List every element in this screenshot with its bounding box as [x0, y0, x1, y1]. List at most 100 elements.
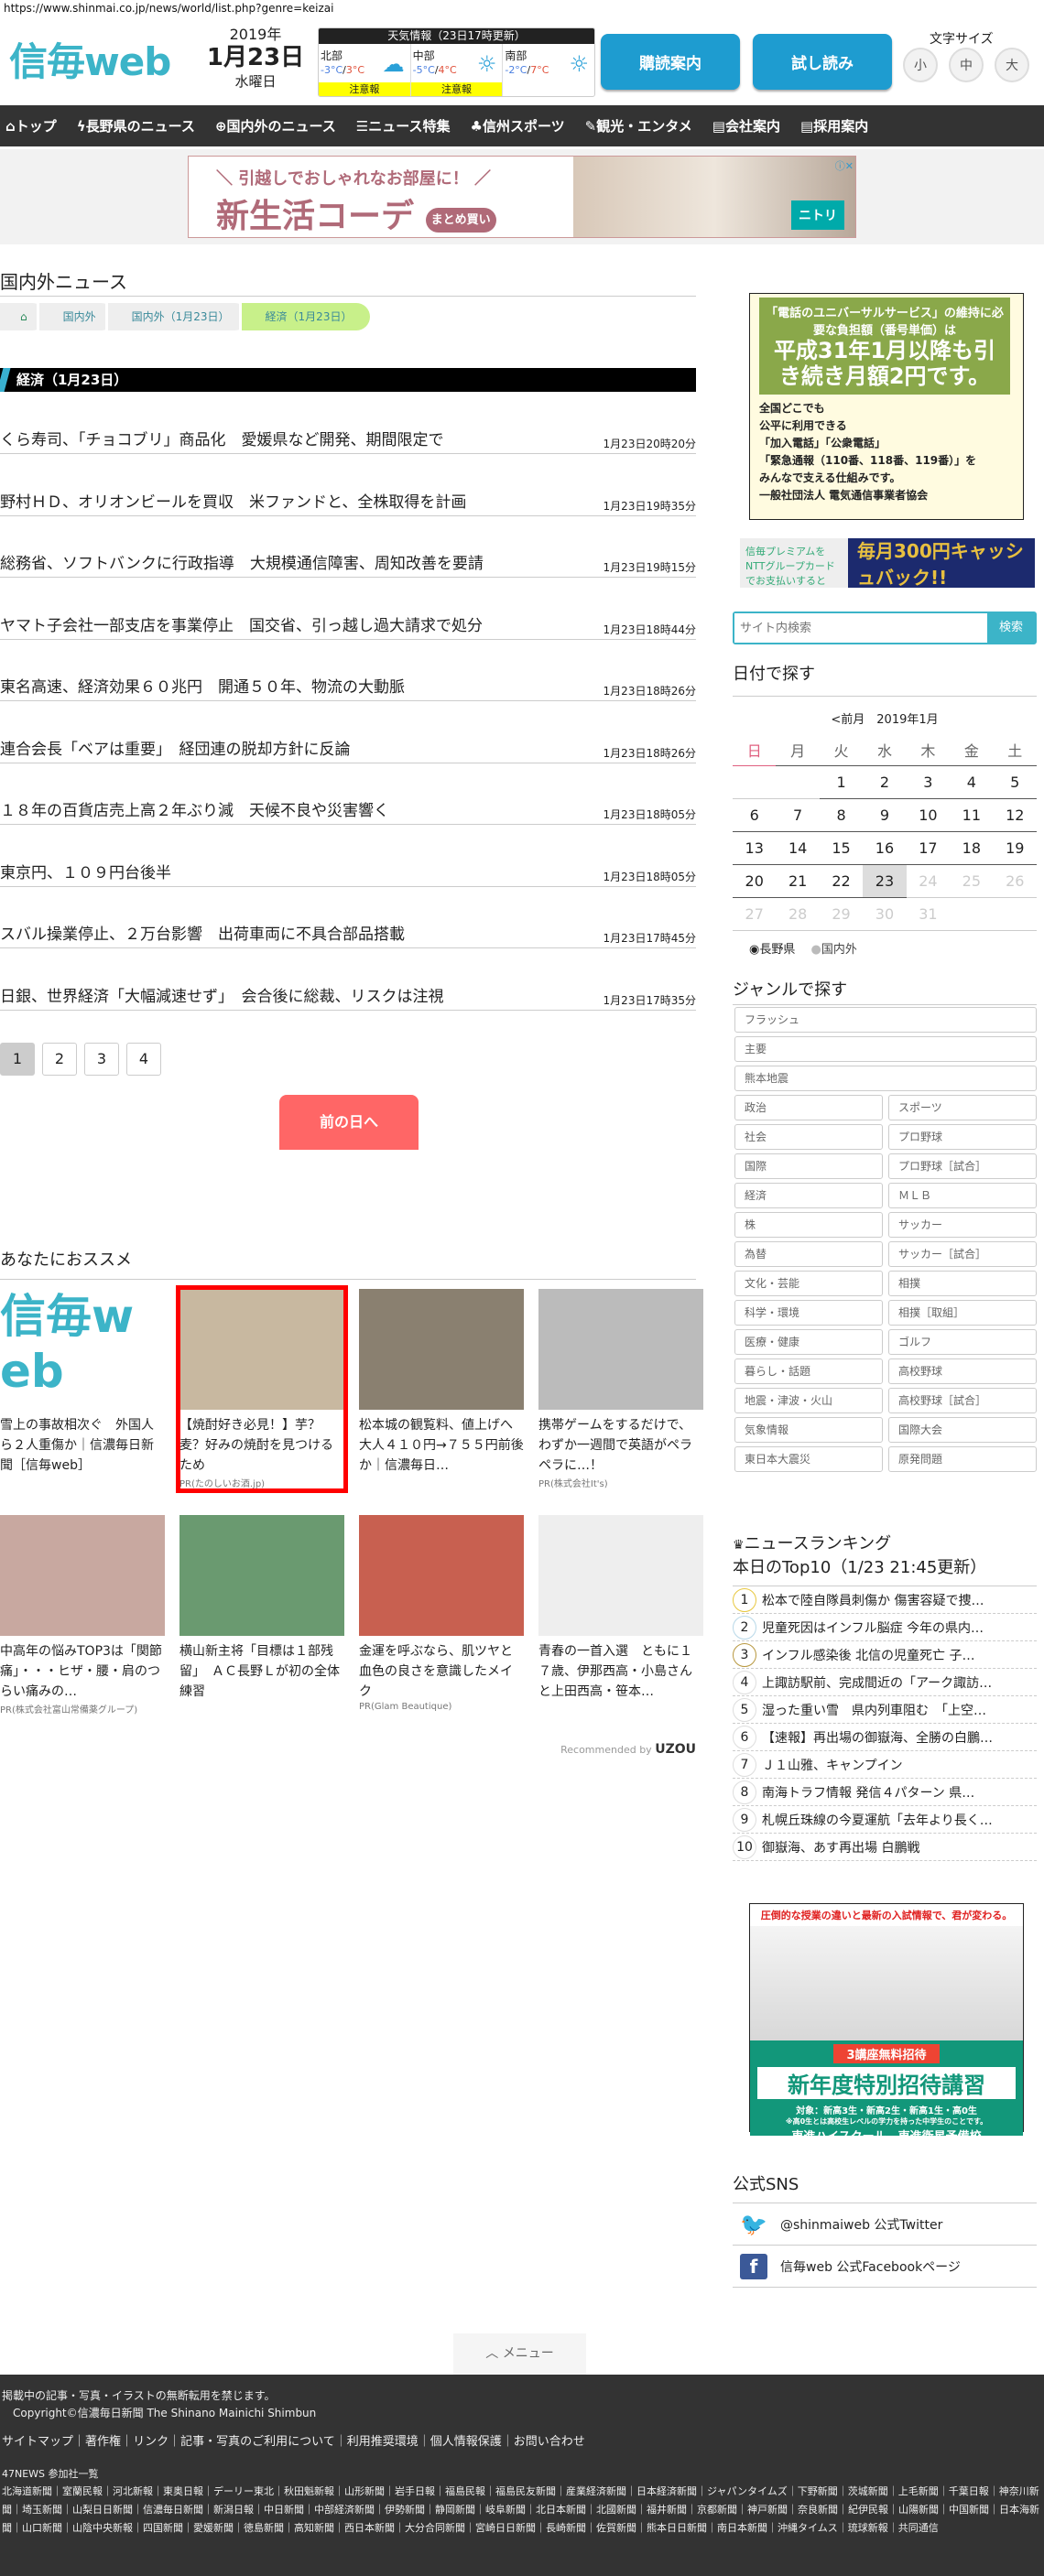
calendar-day[interactable]: 22	[819, 864, 864, 898]
genre-button[interactable]: 高校野球［試合］	[888, 1388, 1037, 1413]
news-item[interactable]: ヤマト子会社一部支店を事業停止 国交省、引っ越し過大請求で処分 1月23日18時4…	[0, 612, 696, 640]
genre-button[interactable]: 文化・芸能	[734, 1271, 883, 1296]
news-item[interactable]: 東名高速、経済効果６０兆円 開通５０年、物流の大動脈 1月23日18時26分	[0, 674, 696, 701]
news-item[interactable]: 連合会長「ベアは重要」 経団連の脱却方針に反論 1月23日18時26分	[0, 736, 696, 763]
calendar-day[interactable]: 3	[906, 765, 951, 799]
genre-button[interactable]: 暮らし・話題	[734, 1358, 883, 1384]
previous-day-button[interactable]: 前の日へ	[279, 1095, 419, 1150]
footer-link[interactable]: 著作権	[85, 2435, 121, 2449]
genre-button[interactable]: ＭＬＢ	[888, 1183, 1037, 1208]
genre-button[interactable]: 熊本地震	[734, 1066, 1037, 1091]
genre-button[interactable]: 株	[734, 1212, 883, 1238]
page-button[interactable]: 1	[0, 1043, 35, 1076]
ad-info-close-icon[interactable]: ⓘ✕	[835, 158, 854, 173]
nav-item[interactable]: ⊕国内外のニュース	[215, 116, 336, 135]
news-title[interactable]: 総務省、ソフトバンクに行政指導 大規模通信障害、周知改善を要請	[0, 550, 484, 573]
calendar-day[interactable]: 18	[950, 831, 994, 865]
calendar-day[interactable]: 5	[993, 765, 1037, 799]
radio-domestic-intl[interactable]: ●国内外	[811, 943, 857, 957]
recommend-card[interactable]: 青春の一首入選 ともに１７歳、伊那西高・小島さんと上田西高・笹本…	[538, 1515, 703, 1702]
nav-item[interactable]: ϟ長野県のニュース	[77, 116, 195, 135]
calendar-day[interactable]: 7	[776, 798, 820, 832]
breadcrumb-item[interactable]: 国内外（1月23日）	[104, 303, 248, 330]
news-item[interactable]: 東京円、１０９円台後半 1月23日18時05分	[0, 860, 696, 887]
nav-item[interactable]: ▤会社案内	[712, 116, 780, 135]
calendar-day[interactable]: 8	[819, 798, 864, 832]
news-title[interactable]: １８年の百貨店売上高２年ぶり減 天候不良や災害響く	[0, 797, 389, 820]
nav-item[interactable]: ♣信州スポーツ	[471, 116, 565, 135]
news-item[interactable]: １８年の百貨店売上高２年ぶり減 天候不良や災害響く 1月23日18時05分	[0, 797, 696, 825]
calendar-day[interactable]: 1	[819, 765, 864, 799]
news-item[interactable]: くら寿司、「チョコブリ」商品化 愛媛県など開発、期間限定で 1月23日20時20分	[0, 427, 696, 454]
menu-toggle-button[interactable]: ︿ メニュー	[453, 2333, 586, 2375]
calendar-day[interactable]: 10	[906, 798, 951, 832]
ranking-item[interactable]: 2 児童死因はインフル脳症 今年の県内…	[733, 1614, 1037, 1641]
news-title[interactable]: 東名高速、経済効果６０兆円 開通５０年、物流の大動脈	[0, 674, 405, 697]
news-title[interactable]: スバル操業停止、２万台影響 出荷車両に不具合部品搭載	[0, 921, 405, 944]
genre-button[interactable]: 政治	[734, 1095, 883, 1120]
genre-button[interactable]: 相撲	[888, 1271, 1037, 1296]
nav-item[interactable]: ⌂トップ	[5, 116, 57, 135]
genre-button[interactable]: 東日本大震災	[734, 1446, 883, 1472]
news47-list[interactable]: 北海道新聞｜室蘭民報｜河北新報｜東奥日報｜デーリー東北｜秋田魁新報｜山形新聞｜岩…	[2, 2483, 1042, 2538]
calendar-day[interactable]: 23	[863, 864, 907, 898]
ranking-item[interactable]: 3 インフル感染後 北信の児童死亡 子…	[733, 1641, 1037, 1669]
genre-button[interactable]: 高校野球	[888, 1358, 1037, 1384]
genre-button[interactable]: 主要	[734, 1036, 1037, 1062]
genre-button[interactable]: ゴルフ	[888, 1329, 1037, 1355]
ranking-item[interactable]: 5 湿った重い雪 県内列車阻む 「上空…	[733, 1696, 1037, 1724]
nav-item[interactable]: ☰ニュース特集	[356, 116, 451, 135]
genre-button[interactable]: プロ野球［試合］	[888, 1153, 1037, 1179]
calendar-day[interactable]: 16	[863, 831, 907, 865]
genre-button[interactable]: フラッシュ	[734, 1007, 1037, 1033]
recommend-card[interactable]: 横山新主将「目標は１部残留」 ＡＣ長野Ｌが初の全体練習	[179, 1515, 344, 1702]
genre-button[interactable]: プロ野球	[888, 1124, 1037, 1150]
news-title[interactable]: 東京円、１０９円台後半	[0, 860, 171, 882]
recommend-card[interactable]: 中高年の悩みTOP3は「関節痛」・・・ヒザ・腰・肩のつらい痛みの… PR(株式会社…	[0, 1515, 165, 1716]
genre-button[interactable]: 医療・健康	[734, 1329, 883, 1355]
genre-button[interactable]: 経済	[734, 1183, 883, 1208]
genre-button[interactable]: 科学・環境	[734, 1300, 883, 1326]
toshin-ad[interactable]: 圧倒的な授業の違いと最新の入試情報で、君が変わる。 3講座無料招待 新年度特別招…	[749, 1903, 1024, 2144]
nav-item[interactable]: ✎観光・エンタメ	[585, 116, 692, 135]
genre-button[interactable]: スポーツ	[888, 1095, 1037, 1120]
recommend-card[interactable]: 松本城の観覧料、値上げへ 大人４１０円→７５５円前後か｜信濃毎日…	[359, 1289, 526, 1476]
news-title[interactable]: 日銀、世界経済「大幅減速せず」 会合後に総裁、リスクは注視	[0, 983, 444, 1006]
ranking-item[interactable]: 10 御嶽海、あす再出場 白鵬戦	[733, 1834, 1037, 1861]
calendar-day[interactable]: 11	[950, 798, 994, 832]
genre-button[interactable]: 地震・津波・火山	[734, 1388, 883, 1413]
radio-nagano[interactable]: ◉長野県	[749, 943, 795, 957]
genre-button[interactable]: 社会	[734, 1124, 883, 1150]
weather-widget[interactable]: 天気情報（23日17時更新） 北部 -3°C/3°C ☁ 注意報 中部 -5°C/4°C ☼…	[318, 27, 595, 97]
page-button[interactable]: 2	[42, 1043, 77, 1076]
font-size-medium-button[interactable]: 中	[949, 48, 984, 82]
ranking-item[interactable]: 6 【速報】再出場の御嶽海、全勝の白鵬…	[733, 1724, 1037, 1751]
genre-button[interactable]: 原発問題	[888, 1446, 1037, 1472]
page-button[interactable]: 3	[84, 1043, 119, 1076]
trial-button[interactable]: 試し読み	[753, 34, 892, 90]
calendar-day[interactable]: 21	[776, 864, 820, 898]
news-item[interactable]: スバル操業停止、２万台影響 出荷車両に不具合部品搭載 1月23日17時45分	[0, 921, 696, 948]
ranking-item[interactable]: 9 札幌丘珠線の今夏運航「去年より長く…	[733, 1806, 1037, 1834]
footer-link[interactable]: お問い合わせ	[514, 2435, 585, 2449]
ranking-item[interactable]: 7 Ｊ１山雅、キャンプイン	[733, 1751, 1037, 1779]
news-item[interactable]: 野村ＨＤ、オリオンビールを買収 米ファンドと、全株取得を計画 1月23日19時35…	[0, 489, 696, 516]
universal-service-ad[interactable]: 「電話のユニバーサルサービス」の維持に必要な負担額（番号単価）は 平成31年1月以…	[749, 293, 1024, 520]
calendar-day[interactable]: 12	[993, 798, 1037, 832]
calendar-day[interactable]: 9	[863, 798, 907, 832]
news-item[interactable]: 日銀、世界経済「大幅減速せず」 会合後に総裁、リスクは注視 1月23日17時35分	[0, 983, 696, 1011]
genre-button[interactable]: 為替	[734, 1241, 883, 1267]
prev-month-link[interactable]: <前月	[831, 713, 865, 727]
calendar-day[interactable]: 19	[993, 831, 1037, 865]
font-size-small-button[interactable]: 小	[903, 48, 938, 82]
search-input[interactable]	[734, 613, 987, 643]
calendar-day[interactable]: 13	[733, 831, 777, 865]
calendar-day[interactable]: 20	[733, 864, 777, 898]
calendar-day[interactable]: 17	[906, 831, 951, 865]
twitter-link[interactable]: 🐦 @shinmaiweb 公式Twitter	[733, 2203, 1037, 2246]
news-title[interactable]: ヤマト子会社一部支店を事業停止 国交省、引っ越し過大請求で処分	[0, 612, 483, 635]
ranking-item[interactable]: 4 上諏訪駅前、完成間近の「アーク諏訪…	[733, 1669, 1037, 1696]
recommend-card[interactable]: 信毎web 雪上の事故相次ぐ 外国人ら２人重傷か｜信濃毎日新聞［信毎web］	[0, 1289, 165, 1476]
footer-link[interactable]: サイトマップ	[2, 2435, 73, 2449]
news-title[interactable]: 野村ＨＤ、オリオンビールを買収 米ファンドと、全株取得を計画	[0, 489, 466, 512]
